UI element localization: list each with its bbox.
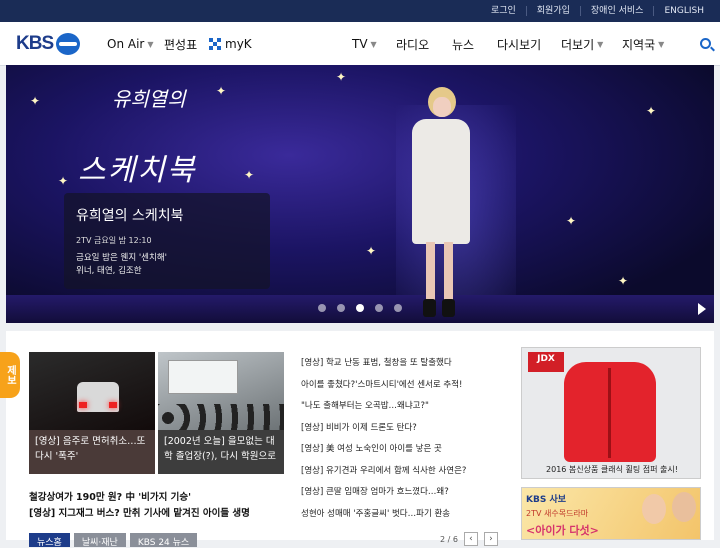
top-utility-bar: 로그인 회원가입 장애인 서비스 ENGLISH	[0, 0, 720, 22]
hero-banner[interactable]: ✦ ✦ ✦ ✦ ✦ ✦ ✦ ✦ ✦ 유희열의 스케치북 유희열의 스케치북 2T…	[6, 65, 714, 323]
thumbnail-label: [2002년 오늘] 을모없는 대학 졸업장(?), 다시 학원으로	[158, 430, 284, 474]
chevron-left-icon: ‹	[469, 534, 473, 544]
chevron-down-icon: ▼	[370, 39, 377, 49]
nav-onair[interactable]: On Air ▼	[107, 22, 154, 66]
sparkle-icon: ✦	[216, 84, 227, 98]
news-tabs: 뉴스홈 날씨·재난 KBS 24 뉴스	[29, 533, 198, 548]
nav-tv[interactable]: TV ▼	[352, 22, 377, 66]
english-link[interactable]: ENGLISH	[653, 6, 714, 16]
list-item[interactable]: [영상] 유기견과 우리에서 함께 식사한 사연은?	[301, 464, 511, 486]
ad-text: 2016 봄신상품 클래식 휠팅 점퍼 출시!	[546, 465, 678, 474]
list-item[interactable]: [영상] 큰딸 임매장 엄마가 흐느꼈다…왜?	[301, 485, 511, 507]
nav-more-label: 더보기	[561, 37, 595, 52]
slide-dot[interactable]	[337, 304, 345, 312]
sparkle-icon: ✦	[366, 244, 377, 258]
nav-myk-label: myK	[225, 37, 252, 51]
nav-onair-label: On Air	[107, 37, 145, 51]
jacket-image	[564, 362, 656, 462]
sparkle-icon: ✦	[30, 94, 41, 108]
tab-kbs24[interactable]: KBS 24 뉴스	[129, 533, 198, 548]
jacket-ad-banner[interactable]: JDX 2016 봄신상품 클래식 휠팅 점퍼 출시!	[521, 347, 701, 479]
nav-more[interactable]: 더보기 ▼	[561, 22, 603, 66]
chevron-down-icon: ▼	[658, 39, 665, 49]
play-next-icon[interactable]	[698, 303, 706, 315]
list-item[interactable]: [영상] 비비가 이제 드론도 탄다?	[301, 421, 511, 443]
nav-radio-label: 라디오	[396, 37, 430, 52]
sparkle-icon: ✦	[566, 214, 577, 228]
ad-brand: KBS 사보	[526, 495, 567, 505]
top-links: 로그인 회원가입 장애인 서비스 ENGLISH	[481, 0, 714, 22]
chevron-down-icon: ▼	[597, 39, 604, 49]
report-tab[interactable]: 제보	[0, 352, 20, 398]
actor-image	[642, 494, 666, 524]
list-item[interactable]: [영상] 학교 난동 표범, 철창을 또 탈출했다	[301, 356, 511, 378]
hero-airtime: 2TV 금요일 밤 12:10	[76, 236, 152, 245]
chevron-down-icon: ▼	[147, 39, 154, 49]
nav-news[interactable]: 뉴스	[452, 22, 474, 66]
list-item[interactable]: 아이를 좋쳤다?'스마트시티'에선 센서로 추적!	[301, 378, 511, 400]
news-thumbnail[interactable]: [2002년 오늘] 을모없는 대학 졸업장(?), 다시 학원으로	[158, 352, 284, 474]
list-item[interactable]: "나도 출해부터는 오곡밥…왜냐고?"	[301, 399, 511, 421]
sparkle-icon: ✦	[244, 168, 255, 182]
hero-calligraphy: 스케치북	[78, 153, 197, 188]
ad-brand-logo: JDX	[528, 352, 564, 372]
hero-title: 유희열의 스케치북	[76, 208, 184, 224]
nav-regional[interactable]: 지역국 ▼	[622, 22, 664, 66]
prev-page-button[interactable]: ‹	[463, 532, 478, 546]
tab-weather[interactable]: 날씨·재난	[73, 533, 126, 548]
login-link[interactable]: 로그인	[481, 6, 526, 16]
headline-link[interactable]: [영상] 지그재그 버스? 만취 기사에 맡겨진 아이들 생명	[29, 505, 250, 519]
slide-dot[interactable]	[394, 304, 402, 312]
kbs-eye-icon	[56, 33, 81, 55]
hero-calligraphy-small: 유희열의	[112, 87, 186, 111]
news-list: [영상] 학교 난동 표범, 철창을 또 탈출했다 아이를 좋쳤다?'스마트시티…	[301, 356, 511, 528]
accessibility-link[interactable]: 장애인 서비스	[579, 6, 654, 16]
search-icon[interactable]	[700, 38, 711, 49]
thumbnail-label: [영상] 음주로 면허취소…또 다시 '폭주'	[29, 430, 155, 474]
list-item[interactable]: 성현아 성매매 '주홍글씨' 벗다…파기 환송	[301, 507, 511, 529]
kbs-logo[interactable]: KBS	[16, 32, 81, 56]
next-page-button[interactable]: ›	[483, 532, 498, 546]
nav-replay[interactable]: 다시보기	[497, 22, 541, 66]
nav-myk[interactable]: myK	[209, 22, 252, 66]
slide-dot[interactable]	[356, 304, 364, 312]
ad-title: <아이가 다섯>	[526, 524, 599, 537]
thumbnail-image	[29, 352, 155, 430]
sparkle-icon: ✦	[336, 70, 347, 84]
nav-radio[interactable]: 라디오	[396, 22, 429, 66]
nav-tv-label: TV	[352, 37, 368, 51]
ad-subtitle: 2TV 새수목드라마	[526, 509, 589, 518]
page-indicator: 2 / 6	[440, 534, 458, 544]
sparkle-icon: ✦	[58, 174, 69, 188]
nav-schedule-label: 편성표	[164, 37, 198, 52]
myk-icon	[209, 38, 221, 50]
drama-ad-banner[interactable]: KBS 사보 2TV 새수목드라마 <아이가 다섯>	[521, 487, 701, 540]
nav-replay-label: 다시보기	[497, 37, 542, 52]
news-pager: 2 / 6 ‹ ›	[440, 532, 498, 546]
nav-news-label: 뉴스	[452, 37, 475, 52]
actor-image	[672, 492, 696, 522]
global-nav: KBS On Air ▼ 편성표 myK TV ▼ 라디오 뉴스 다시보기 더보기 ▼…	[0, 22, 720, 66]
slide-dot[interactable]	[318, 304, 326, 312]
hero-singer-image	[406, 87, 476, 322]
sparkle-icon: ✦	[618, 274, 629, 288]
tab-news-home[interactable]: 뉴스홈	[29, 533, 70, 548]
signup-link[interactable]: 회원가입	[525, 6, 580, 16]
sparkle-icon: ✦	[646, 104, 657, 118]
thumbnail-image	[158, 352, 284, 430]
kbs-logo-text: KBS	[16, 33, 54, 54]
headline-link[interactable]: 철강상여가 190만 원? 中 '비가지 기승'	[29, 489, 191, 503]
nav-schedule[interactable]: 편성표	[164, 22, 197, 66]
nav-regional-label: 지역국	[622, 37, 656, 52]
list-item[interactable]: [영상] 美 여성 노숙인이 아이를 낳은 곳	[301, 442, 511, 464]
slide-indicator	[318, 304, 402, 312]
hero-description: 금요일 밤은 웬지 '센치해' 위너, 태연, 김조한	[76, 253, 167, 276]
hero-caption[interactable]: 유희열의 스케치북 2TV 금요일 밤 12:10 금요일 밤은 웬지 '센치해…	[64, 193, 270, 289]
slide-dot[interactable]	[375, 304, 383, 312]
news-thumbnail[interactable]: [영상] 음주로 면허취소…또 다시 '폭주'	[29, 352, 155, 474]
chevron-right-icon: ›	[489, 534, 493, 544]
